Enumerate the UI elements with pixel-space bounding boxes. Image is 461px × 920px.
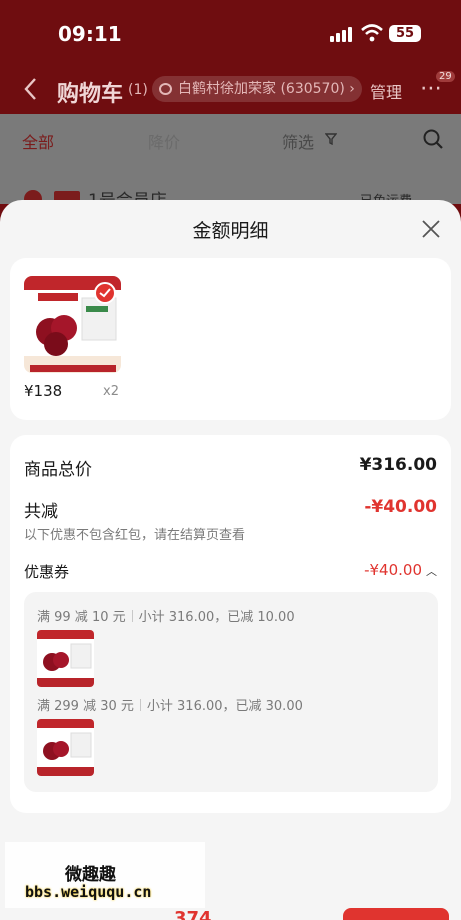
checkout-button[interactable] <box>343 908 449 920</box>
watermark-url: bbs.weiququ.cn <box>25 883 152 901</box>
chevron-right-icon: › <box>349 81 355 97</box>
filter-bar: 全部 降价 筛选 <box>0 114 461 164</box>
close-icon[interactable] <box>420 218 442 240</box>
price-breakdown-card: 商品总价 ¥316.00 共减 -¥40.00 以下优惠不包含红包，请在结算页查… <box>10 435 451 813</box>
coupon-detail-box: 满 99 减 10 元小计 316.00，已减 10.00 满 299 减 30… <box>24 592 438 792</box>
total-label: 商品总价 <box>24 460 92 480</box>
coupon-value: -¥40.00 <box>364 561 422 579</box>
coupon-label: 优惠券 <box>24 563 70 581</box>
product-card: ¥138 x2 <box>10 258 451 420</box>
coupon-row: 满 99 减 10 元小计 316.00，已减 10.00 <box>37 606 295 625</box>
check-icon <box>94 282 116 304</box>
total-value: ¥316.00 <box>359 455 437 475</box>
product-quantity: x2 <box>103 384 119 399</box>
location-text: 白鹤村徐加荣家 (630570) <box>178 81 345 97</box>
status-bar: 09:11 55 <box>0 0 461 64</box>
coupon-detail: 小计 316.00，已减 30.00 <box>146 699 303 714</box>
funnel-icon <box>325 133 337 145</box>
discount-label: 共减 <box>24 502 58 522</box>
sheet-title: 金额明细 <box>192 220 269 242</box>
coupon-row: 满 299 减 30 元小计 316.00，已减 30.00 <box>37 695 303 714</box>
cart-count: (1) <box>128 82 148 98</box>
watermark-text: 微趣趣 <box>65 865 116 885</box>
location-icon <box>159 83 172 95</box>
nav-bar: 购物车 (1) 白鹤村徐加荣家 (630570) › 管理 ⋯ 29 <box>0 66 461 114</box>
product-price: ¥138 <box>24 382 63 400</box>
status-time: 09:11 <box>58 22 122 46</box>
discount-note: 以下优惠不包含红包，请在结算页查看 <box>24 528 246 543</box>
checkout-total: 374 <box>174 908 212 920</box>
wifi-icon <box>361 24 383 42</box>
tab-all[interactable]: 全部 <box>22 129 54 153</box>
signal-icon <box>330 27 352 42</box>
search-icon[interactable] <box>422 128 444 150</box>
back-icon[interactable] <box>20 76 42 102</box>
store-header: 1号会员店 已免运费 <box>0 164 461 211</box>
filter-button[interactable]: 筛选 <box>282 129 314 153</box>
coupon-rule: 满 299 减 30 元 <box>37 699 134 714</box>
page-title: 购物车 <box>57 82 124 107</box>
coupon-detail: 小计 316.00，已减 10.00 <box>138 610 295 625</box>
location-selector[interactable]: 白鹤村徐加荣家 (630570) › <box>152 76 362 102</box>
manage-button[interactable]: 管理 <box>370 79 402 103</box>
discount-value: -¥40.00 <box>364 497 437 517</box>
coupon-rule: 满 99 减 10 元 <box>37 610 126 625</box>
battery-icon: 55 <box>389 25 421 42</box>
tab-price-drop[interactable]: 降价 <box>148 129 180 153</box>
coupon-toggle[interactable]: -¥40.00 ︿ <box>364 561 437 579</box>
coupon-product-image <box>37 630 94 687</box>
watermark: 微趣趣 bbs.weiququ.cn <box>5 842 205 908</box>
chevron-up-icon: ︿ <box>426 565 437 578</box>
amount-detail-sheet: 金额明细 ¥138 x2 商品总价 ¥316.00 共减 -¥40.00 以下优… <box>0 200 461 920</box>
coupon-product-image <box>37 719 94 776</box>
message-badge: 29 <box>436 71 455 82</box>
